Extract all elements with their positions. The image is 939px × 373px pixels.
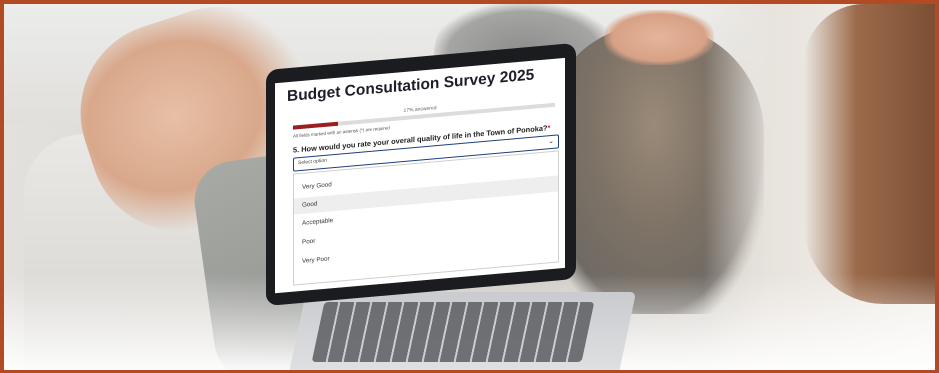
laptop-screen-bezel: Budget Consultation Survey 2025 17% answ…: [266, 42, 576, 307]
photo-frame: Budget Consultation Survey 2025 17% answ…: [0, 0, 939, 373]
select-placeholder: Select option: [298, 157, 327, 167]
options-dropdown: Very Good Good Acceptable Poor Very Poor: [293, 150, 559, 286]
survey-screen: Budget Consultation Survey 2025 17% answ…: [275, 57, 565, 294]
petting-hand: [604, 10, 714, 65]
chevron-down-icon: ⌄: [548, 137, 554, 146]
laptop-keyboard: [311, 302, 595, 362]
required-asterisk: *: [547, 123, 551, 133]
person-hair: [804, 4, 935, 304]
background-photo: Budget Consultation Survey 2025 17% answ…: [4, 4, 935, 370]
laptop: Budget Consultation Survey 2025 17% answ…: [266, 42, 637, 370]
